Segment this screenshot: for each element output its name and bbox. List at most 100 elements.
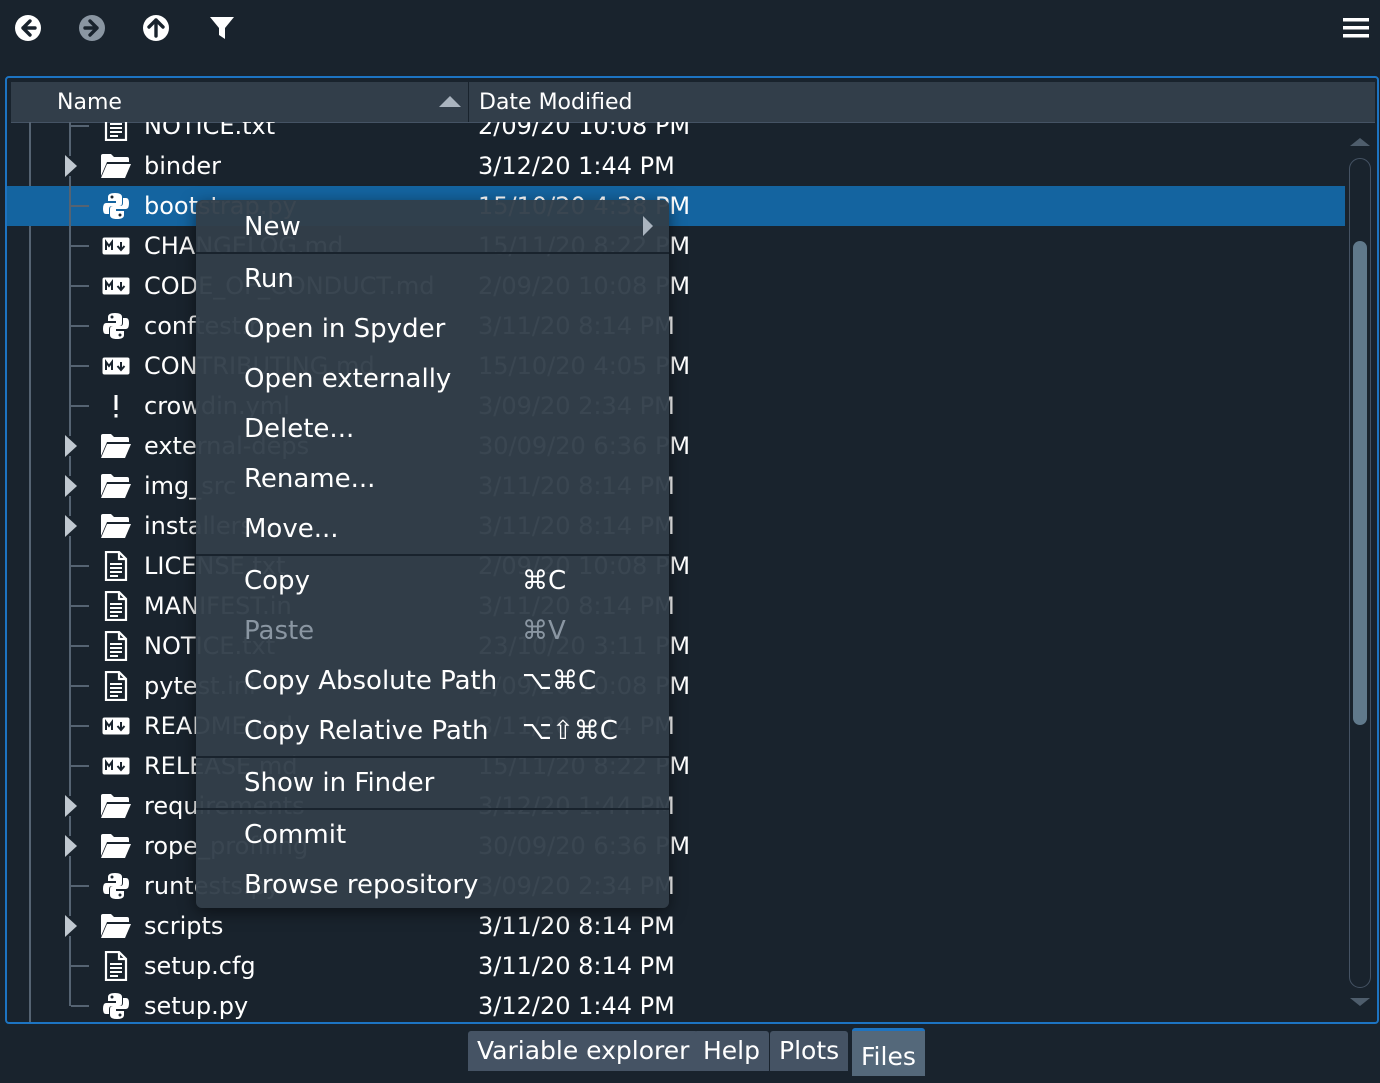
- menu-item-shortcut: ⌥⇧⌘C: [522, 716, 618, 746]
- tab-help[interactable]: Help: [694, 1031, 769, 1071]
- date-column-header[interactable]: Date Modified: [471, 82, 632, 122]
- tree-branch-line: [71, 645, 89, 647]
- folder-open-icon: [101, 834, 131, 858]
- expand-arrow-icon[interactable]: [65, 915, 77, 937]
- file-type-icon: [99, 122, 133, 141]
- tab-variable-explorer[interactable]: Variable explorer: [468, 1031, 699, 1071]
- text-file-icon: [104, 631, 128, 661]
- context-menu: New Run Open in Spyder Open externally Delet…: [196, 200, 669, 908]
- menu-item-copy-absolute-path[interactable]: Copy Absolute Path ⌥⌘C: [196, 656, 669, 706]
- tree-row[interactable]: scripts 3/11/20 8:14 PM: [7, 906, 1345, 946]
- up-button[interactable]: [138, 10, 174, 46]
- markdown-file-icon: [102, 357, 130, 375]
- expand-arrow-icon[interactable]: [65, 795, 77, 817]
- date-modified: 3/11/20 8:14 PM: [478, 952, 675, 980]
- back-button[interactable]: [10, 10, 46, 46]
- file-type-icon: [99, 312, 133, 340]
- menu-item-rename[interactable]: Rename...: [196, 454, 669, 504]
- tree-branch-line: [69, 856, 71, 866]
- python-file-icon: [103, 313, 129, 339]
- file-name: binder: [144, 152, 221, 180]
- expand-arrow-icon[interactable]: [65, 475, 77, 497]
- tree-branch-line: [69, 456, 71, 466]
- menu-item-delete[interactable]: Delete...: [196, 404, 669, 454]
- menu-item-label: Open externally: [244, 364, 452, 394]
- text-file-icon: [104, 122, 128, 141]
- file-type-icon: [99, 912, 133, 940]
- tree-header: Name Date Modified: [11, 82, 1375, 123]
- menu-item-label: Copy Absolute Path: [244, 666, 498, 696]
- folder-open-icon: [101, 514, 131, 538]
- name-cell: setup.cfg: [7, 946, 467, 986]
- tab-files[interactable]: Files: [852, 1028, 925, 1076]
- tree-branch-line: [69, 986, 71, 1006]
- file-type-icon: [99, 992, 133, 1020]
- menu-item-open-in-spyder[interactable]: Open in Spyder: [196, 304, 669, 354]
- file-name: setup.py: [144, 992, 249, 1020]
- file-type-icon: [99, 272, 133, 300]
- submenu-arrow-icon: [643, 216, 653, 236]
- tree-branch-line: [71, 245, 89, 247]
- folder-open-icon: [101, 474, 131, 498]
- folder-open-icon: [101, 794, 131, 818]
- tree-branch-line: [69, 936, 71, 946]
- file-type-icon: [99, 551, 133, 581]
- tree-row[interactable]: binder 3/12/20 1:44 PM: [7, 146, 1345, 186]
- menu-item-label: Open in Spyder: [244, 314, 446, 344]
- menu-item-label: Copy: [244, 566, 310, 596]
- menu-item-shortcut: ⌥⌘C: [522, 666, 597, 696]
- sort-ascending-icon[interactable]: [439, 96, 461, 107]
- date-modified: 2/09/20 10:08 PM: [478, 122, 691, 140]
- filter-button[interactable]: [204, 10, 240, 46]
- scroll-up-icon[interactable]: [1350, 138, 1370, 146]
- tree-branch-line: [71, 965, 89, 967]
- forward-button[interactable]: [74, 10, 110, 46]
- menu-item-browse-repository[interactable]: Browse repository: [196, 860, 669, 910]
- vertical-scrollbar[interactable]: [1349, 158, 1371, 988]
- expand-arrow-icon[interactable]: [65, 435, 77, 457]
- name-column-label: Name: [57, 90, 122, 115]
- tree-branch-line: [71, 405, 89, 407]
- toolbar: [0, 0, 1380, 56]
- menu-item-shortcut: ⌘C: [522, 566, 567, 596]
- menu-item-shortcut: ⌘V: [522, 616, 566, 646]
- scroll-down-icon[interactable]: [1350, 998, 1370, 1006]
- file-type-icon: [99, 512, 133, 540]
- menu-item-open-externally[interactable]: Open externally: [196, 354, 669, 404]
- menu-item-new[interactable]: New: [196, 202, 669, 252]
- python-file-icon: [103, 873, 129, 899]
- file-type-icon: [99, 472, 133, 500]
- file-type-icon: [99, 591, 133, 621]
- tree-branch-line: [71, 765, 89, 767]
- tree-branch-line: [71, 605, 89, 607]
- menu-item-show-in-finder[interactable]: Show in Finder: [196, 758, 669, 808]
- tab-plots[interactable]: Plots: [770, 1031, 849, 1071]
- scrollbar-thumb[interactable]: [1353, 241, 1367, 725]
- file-name: setup.cfg: [144, 952, 256, 980]
- file-type-icon: [99, 872, 133, 900]
- name-column-header[interactable]: Name: [11, 82, 469, 122]
- file-type-icon: [99, 232, 133, 260]
- menu-item-commit[interactable]: Commit: [196, 810, 669, 860]
- file-type-icon: [99, 432, 133, 460]
- folder-open-icon: [101, 914, 131, 938]
- folder-open-icon: [101, 434, 131, 458]
- file-type-icon: [99, 752, 133, 780]
- folder-open-icon: [101, 154, 131, 178]
- tree-branch-line: [71, 325, 89, 327]
- menu-item-copy-relative-path[interactable]: Copy Relative Path ⌥⇧⌘C: [196, 706, 669, 756]
- menu-item-run[interactable]: Run: [196, 254, 669, 304]
- expand-arrow-icon[interactable]: [65, 155, 77, 177]
- file-type-icon: [99, 152, 133, 180]
- menu-item-label: Delete...: [244, 414, 355, 444]
- menu-item-copy[interactable]: Copy ⌘C: [196, 556, 669, 606]
- tree-row[interactable]: setup.cfg 3/11/20 8:14 PM: [7, 946, 1345, 986]
- expand-arrow-icon[interactable]: [65, 835, 77, 857]
- tree-row[interactable]: NOTICE.txt 2/09/20 10:08 PM: [7, 122, 1345, 146]
- tree-row[interactable]: setup.py 3/12/20 1:44 PM: [7, 986, 1345, 1022]
- menu-item-label: Run: [244, 264, 294, 294]
- tree-branch-line: [69, 536, 71, 546]
- menu-item-move[interactable]: Move...: [196, 504, 669, 554]
- expand-arrow-icon[interactable]: [65, 515, 77, 537]
- options-menu-button[interactable]: [1338, 10, 1374, 46]
